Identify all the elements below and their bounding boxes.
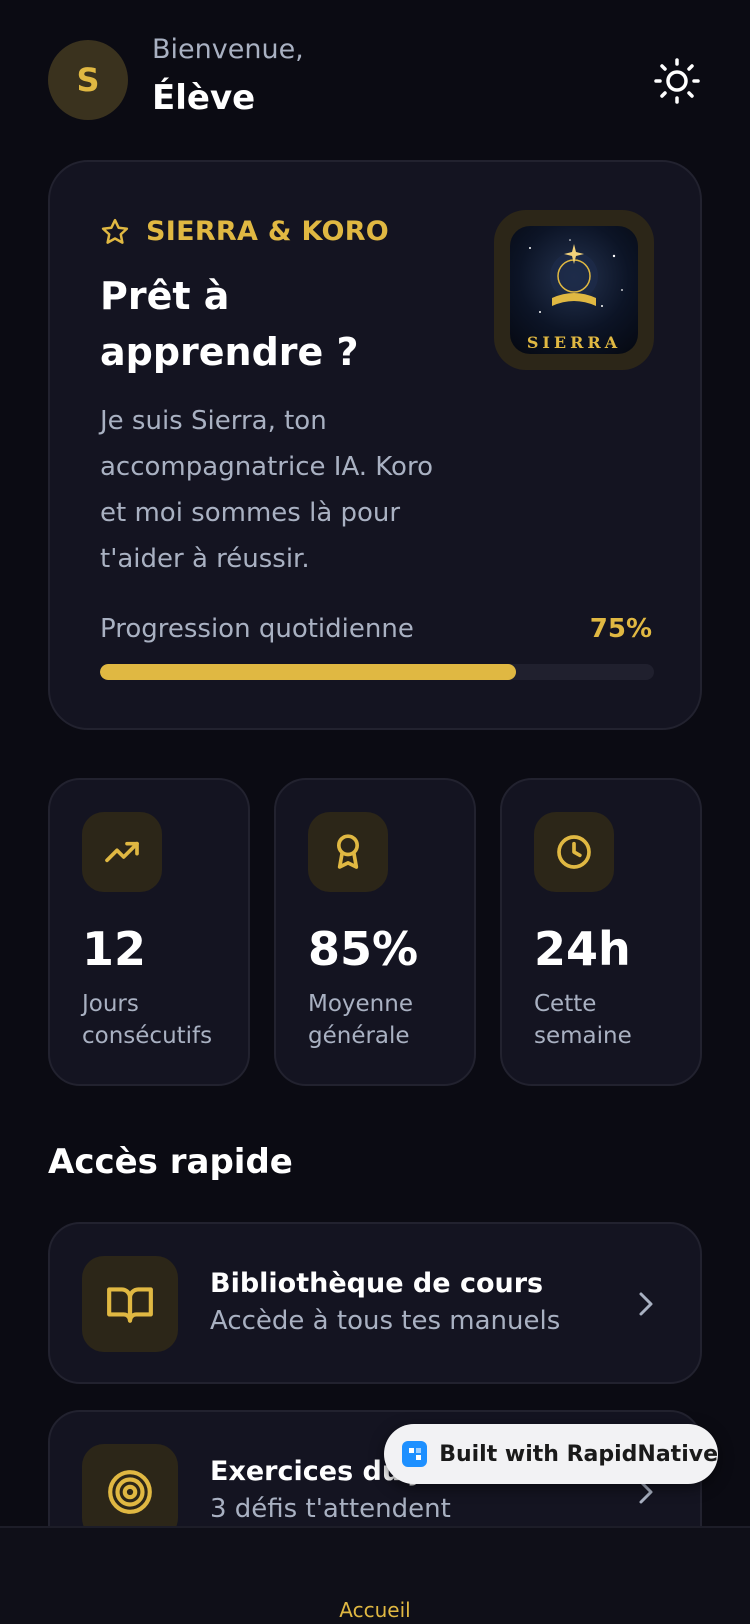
quick-access-course-library[interactable]: Bibliothèque de cours Accède à tous tes … [48,1222,702,1384]
qa-title: Bibliothèque de cours [210,1268,544,1299]
brand-row: SIERRA & KORO [100,216,389,247]
progress-percent: 75% [589,614,652,644]
stat-card-weekly-time[interactable]: 24h Cette semaine [500,778,702,1086]
qa-subtitle: Accède à tous tes manuels [210,1306,561,1336]
home-screen: S Bienvenue, Élève SIERRA & KORO Prêt à … [0,0,750,1624]
built-with-badge[interactable]: Built with RapidNative [384,1424,718,1484]
stat-card-streak[interactable]: 12 Jours consécutifs [48,778,250,1086]
stat-icon-box [82,812,162,892]
qa-subtitle: 3 défis t'attendent [210,1494,451,1524]
award-icon [337,834,359,869]
sun-icon [654,58,700,104]
sierra-logo: SIERRA [494,210,654,370]
badge-text: Built with RapidNative [439,1441,718,1467]
hero-description: Je suis Sierra, ton accompagnatrice IA. … [100,406,433,574]
star-icon [101,218,129,244]
stat-icon-box [308,812,388,892]
avatar[interactable]: S [48,40,128,120]
stat-value: 85% [308,922,419,976]
greeting-text: Bienvenue, [152,34,304,65]
logo-image: SIERRA [510,226,638,354]
book-open-icon [107,1287,153,1323]
stat-label: Cette semaine [534,991,632,1049]
chevron-right-icon [639,1292,653,1316]
stat-card-average[interactable]: 85% Moyenne générale [274,778,476,1086]
avatar-initial: S [76,61,100,99]
trending-up-icon [105,841,139,863]
bottom-tab-bar: Accueil [0,1526,750,1624]
clock-icon [557,835,591,869]
stat-icon-box [534,812,614,892]
rapidnative-logo-icon [402,1441,428,1467]
stat-value: 24h [534,922,631,976]
theme-toggle-button[interactable] [652,56,702,106]
user-name: Élève [152,78,256,118]
stat-value: 12 [82,922,147,976]
progress-label: Progression quotidienne [100,614,414,644]
hero-title: Prêt à apprendre ? [100,274,359,374]
welcome-card: SIERRA & KORO Prêt à apprendre ? Je suis… [48,160,702,730]
qa-icon-box [82,1256,178,1352]
stat-label: Jours consécutifs [82,991,213,1049]
progress-track [100,664,654,680]
progress-fill [100,664,516,680]
brand-name: SIERRA & KORO [146,216,390,247]
stat-label: Moyenne générale [308,991,413,1049]
quick-access-title: Accès rapide [48,1142,293,1182]
logo-text: SIERRA [526,333,622,352]
target-icon [108,1470,152,1514]
tab-home[interactable]: Accueil [0,1598,750,1622]
